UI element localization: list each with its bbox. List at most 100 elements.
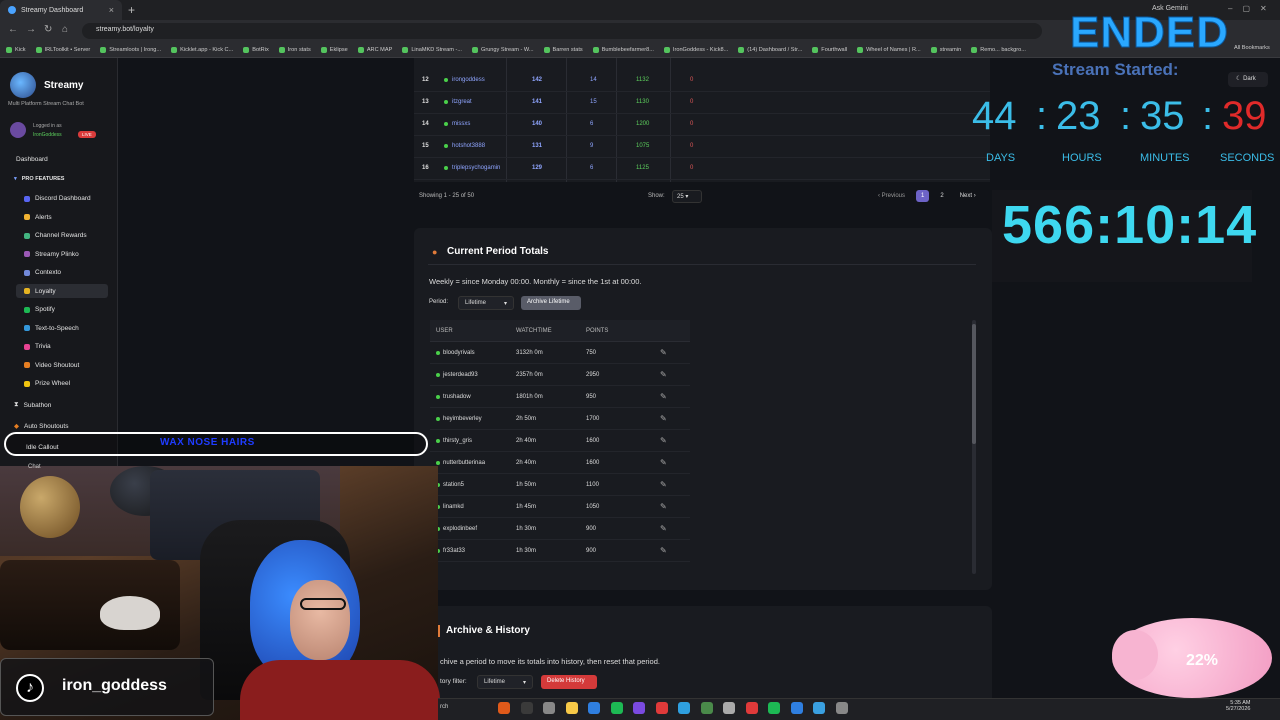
sidebar-item-contexto[interactable]: Contexto [24,269,61,276]
forward-icon[interactable]: → [26,24,36,35]
taskbar-app-icon[interactable] [678,702,690,714]
user-cell[interactable]: triplepsychogamin [444,165,500,171]
bookmark-item[interactable]: Wheel of Names | R... [857,44,921,55]
edit-icon[interactable]: ✎ [660,414,667,423]
all-bookmarks-button[interactable]: All Bookmarks [1234,45,1270,51]
user-cell[interactable]: explodinbeef [436,526,477,532]
sidebar-item-loyalty[interactable]: Loyalty [24,288,56,295]
url-field[interactable]: streamy.bot/loyalty [82,23,1042,39]
sidebar-item-spotify[interactable]: Spotify [24,306,55,313]
bookmark-item[interactable]: Iron stats [278,44,311,55]
edit-icon[interactable]: ✎ [660,546,667,555]
user-cell[interactable]: heyimbeverley [436,416,482,422]
sidebar-item-chat[interactable]: Chat [28,464,41,470]
table-row[interactable]: linamkd 1h 45m 1050 ✎ [430,496,690,518]
close-tab-icon[interactable]: × [109,5,114,15]
taskbar-app-icon[interactable] [610,702,623,714]
bookmark-item[interactable]: Kicklet.app - Kick C... [171,44,233,55]
bookmark-item[interactable]: IronGoddess - Kick8... [663,44,728,55]
bookmark-item[interactable]: Fourthwall [812,44,847,55]
table-row[interactable]: jesterdead93 2357h 0m 2950 ✎ [430,364,690,386]
sidebar-item-alerts[interactable]: Alerts [24,214,52,221]
bookmark-item[interactable]: (14) Dashboard / Str... [738,44,802,55]
bookmark-item[interactable]: streamin [930,44,961,55]
dark-mode-toggle[interactable]: ☾ Dark [1228,72,1268,87]
bookmark-item[interactable]: Eklipse [320,44,348,55]
edit-icon[interactable]: ✎ [660,348,667,357]
delete-history-button[interactable]: Delete History [541,675,597,689]
sidebar-item-text-to-speech[interactable]: Text-to-Speech [24,325,79,332]
taskbar-app-icon[interactable] [543,702,555,714]
taskbar-app-icon[interactable] [588,702,600,714]
edit-icon[interactable]: ✎ [660,524,667,533]
user-cell[interactable]: station5 [436,482,464,488]
table-row[interactable]: 15 hotshot3888 131 9 1075 0 [414,136,990,158]
user-cell[interactable]: trushadow [436,394,471,400]
taskbar-app-icon[interactable] [768,702,780,714]
taskbar-app-icon[interactable] [835,702,848,714]
user-cell[interactable]: missxs [444,121,470,127]
taskbar-app-icon[interactable] [700,702,713,714]
edit-icon[interactable]: ✎ [660,480,667,489]
sidebar-item-video-shoutout[interactable]: Video Shoutout [24,362,79,369]
table-row[interactable]: 13 itzgreat 141 15 1130 0 [414,92,990,114]
bookmark-item[interactable]: IRLToolkit • Server [35,44,90,55]
taskbar-app-icon[interactable] [565,702,578,714]
table-row[interactable]: 14 missxs 140 6 1200 0 [414,114,990,136]
history-filter-select[interactable]: Lifetime ▾ [477,675,533,689]
back-icon[interactable]: ← [8,24,18,35]
reload-icon[interactable]: ↻ [44,24,52,35]
page-size-select[interactable]: 25 ▾ [672,190,702,203]
user-cell[interactable]: fr33at33 [436,548,465,554]
edit-icon[interactable]: ✎ [660,502,667,511]
table-row[interactable]: 16 triplepsychogamin 129 6 1125 0 [414,158,990,180]
edit-icon[interactable]: ✎ [660,392,667,401]
taskbar-app-icon[interactable] [813,702,825,714]
taskbar-app-icon[interactable] [655,702,668,714]
sidebar-item-dashboard[interactable]: Dashboard [16,156,48,163]
bookmark-item[interactable]: Streamloots | Irong... [100,44,161,55]
sidebar-item-trivia[interactable]: Trivia [24,343,51,350]
sidebar-item-idle-callout[interactable]: Idle Callout [26,444,59,451]
user-cell[interactable]: linamkd [436,504,464,510]
taskbar-app-icon[interactable] [520,702,533,714]
new-tab-icon[interactable]: + [128,3,135,17]
taskbar-app-icon[interactable] [498,702,510,714]
bookmark-item[interactable]: Grungy Stream - W... [471,44,534,55]
edit-icon[interactable]: ✎ [660,458,667,467]
bookmark-item[interactable]: Kick [6,44,26,55]
home-icon[interactable]: ⌂ [62,24,68,35]
table-row[interactable]: trushadow 1801h 0m 950 ✎ [430,386,690,408]
page-2-button[interactable]: 2 [935,190,948,202]
previous-page-button[interactable]: ‹ Previous [873,190,910,202]
table-row[interactable]: station5 1h 50m 1100 ✎ [430,474,690,496]
taskbar-app-icon[interactable] [745,702,758,714]
bookmark-item[interactable]: ARC MAP [357,44,392,55]
table-row[interactable]: nutterbutterinaa 2h 40m 1600 ✎ [430,452,690,474]
window-controls[interactable]: –▢✕ [1228,4,1277,13]
sidebar-item-discord-dashboard[interactable]: Discord Dashboard [24,195,91,202]
scroll-thumb[interactable] [972,324,976,444]
table-row[interactable]: thirsty_gris 2h 40m 1600 ✎ [430,430,690,452]
sidebar-item-prize-wheel[interactable]: Prize Wheel [24,380,70,387]
table-row[interactable]: fr33at33 1h 30m 900 ✎ [430,540,690,562]
browser-tab[interactable]: Streamy Dashboard × [0,0,122,20]
page-1-button[interactable]: 1 [916,190,930,202]
user-cell[interactable]: hotshot3888 [444,143,485,149]
user-cell[interactable]: bloodyrivals [436,350,475,356]
user-cell[interactable]: jesterdead93 [436,372,478,378]
bookmark-item[interactable]: BotRix [243,44,269,55]
sidebar-item-streamy-plinko[interactable]: Streamy Plinko [24,251,79,258]
user-cell[interactable]: thirsty_gris [436,438,472,444]
sidebar-item-channel-rewards[interactable]: Channel Rewards [24,232,87,239]
taskbar-app-icon[interactable] [790,702,803,714]
edit-icon[interactable]: ✎ [660,370,667,379]
table-row[interactable]: heyimbeverley 2h 50m 1700 ✎ [430,408,690,430]
edit-icon[interactable]: ✎ [660,436,667,445]
next-page-button[interactable]: Next › [955,190,981,202]
taskbar-search[interactable]: rch [440,704,448,710]
taskbar-app-icon[interactable] [723,702,735,714]
bookmark-item[interactable]: Remo... backgro... [971,44,1026,55]
bookmark-item[interactable]: Bumblebeefarmer8... [592,44,654,55]
sidebar-item-auto-shoutouts[interactable]: ◆ Auto Shoutouts [14,422,68,431]
